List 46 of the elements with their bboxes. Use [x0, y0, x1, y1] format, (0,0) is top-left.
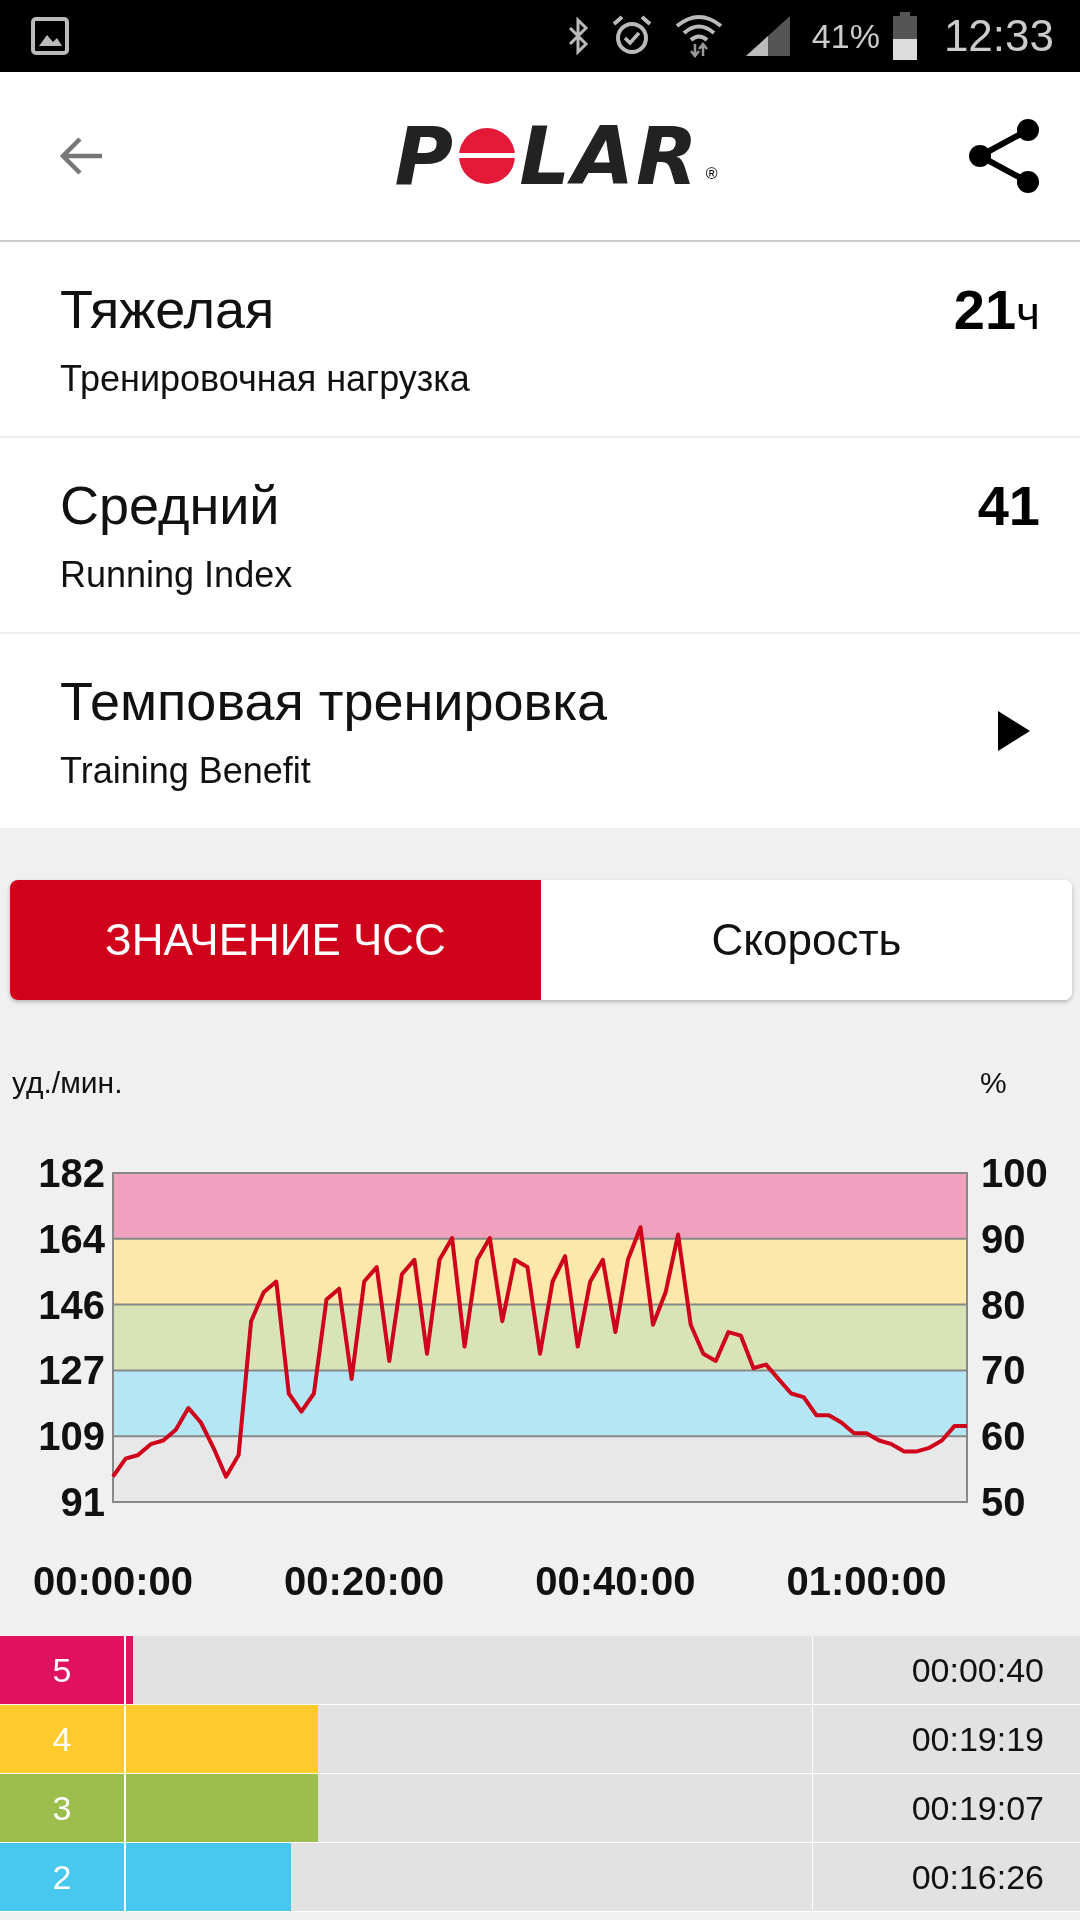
metric-title: Средний — [60, 474, 281, 536]
registered-mark: ® — [705, 164, 718, 183]
x-axis-label: 01:00:00 — [786, 1559, 947, 1603]
y-axis-label: 80 — [981, 1282, 1026, 1327]
y-axis-label: 127 — [38, 1348, 105, 1393]
battery-icon — [891, 12, 918, 60]
wifi-icon — [673, 14, 724, 58]
x-axis-label: 00:20:00 — [284, 1559, 445, 1603]
y-axis-label: 182 — [38, 1151, 105, 1195]
zone-number: 3 — [0, 1774, 126, 1842]
x-axis-label: 00:00:00 — [32, 1559, 194, 1603]
y-axis-label: 109 — [38, 1414, 105, 1459]
zone-time: 00:19:07 — [911, 1788, 1044, 1828]
image-icon — [30, 16, 70, 56]
play-arrow-icon — [998, 711, 1030, 751]
axis-unit-label: % — [980, 1066, 1007, 1099]
zone-time: 00:16:26 — [911, 1857, 1044, 1897]
metric-label: Training Benefit — [60, 750, 312, 792]
battery-percent: 41% — [811, 16, 880, 56]
zone-number: 4 — [0, 1705, 126, 1773]
y-axis-label: 146 — [38, 1282, 105, 1327]
logo-disc-icon — [459, 128, 516, 184]
zone-time: 00:19:19 — [911, 1719, 1044, 1759]
zone-number: 2 — [0, 1843, 126, 1911]
y-axis-label: 60 — [981, 1414, 1026, 1459]
zone-number: 5 — [0, 1636, 126, 1704]
metric-title: Темповая тренировка — [60, 670, 609, 732]
logo-text: P — [394, 109, 456, 203]
y-axis-label: 100 — [981, 1151, 1048, 1195]
y-axis-label: 91 — [60, 1480, 105, 1524]
metric-label: Тренировочная нагрузка — [60, 358, 471, 400]
metric-value: 21ч — [953, 276, 1040, 342]
tab[interactable]: Скорость — [541, 880, 1072, 1000]
y-axis-label: 164 — [38, 1216, 105, 1261]
logo-text: LAR — [519, 109, 700, 203]
y-axis-label: 90 — [981, 1216, 1026, 1261]
y-axis-label: 50 — [981, 1480, 1026, 1524]
metric-label: Running Index — [60, 554, 294, 596]
axis-unit-label: уд./мин. — [12, 1066, 123, 1099]
x-axis-label: 00:40:00 — [535, 1559, 696, 1603]
metric-title: Тяжелая — [60, 278, 276, 340]
metric-value: 41 — [977, 472, 1040, 538]
clock: 12:33 — [943, 11, 1054, 61]
y-axis-label: 70 — [981, 1348, 1026, 1393]
tab[interactable]: ЗНАЧЕНИЕ ЧСС — [10, 880, 541, 1000]
zone-time: 00:00:40 — [911, 1650, 1044, 1690]
